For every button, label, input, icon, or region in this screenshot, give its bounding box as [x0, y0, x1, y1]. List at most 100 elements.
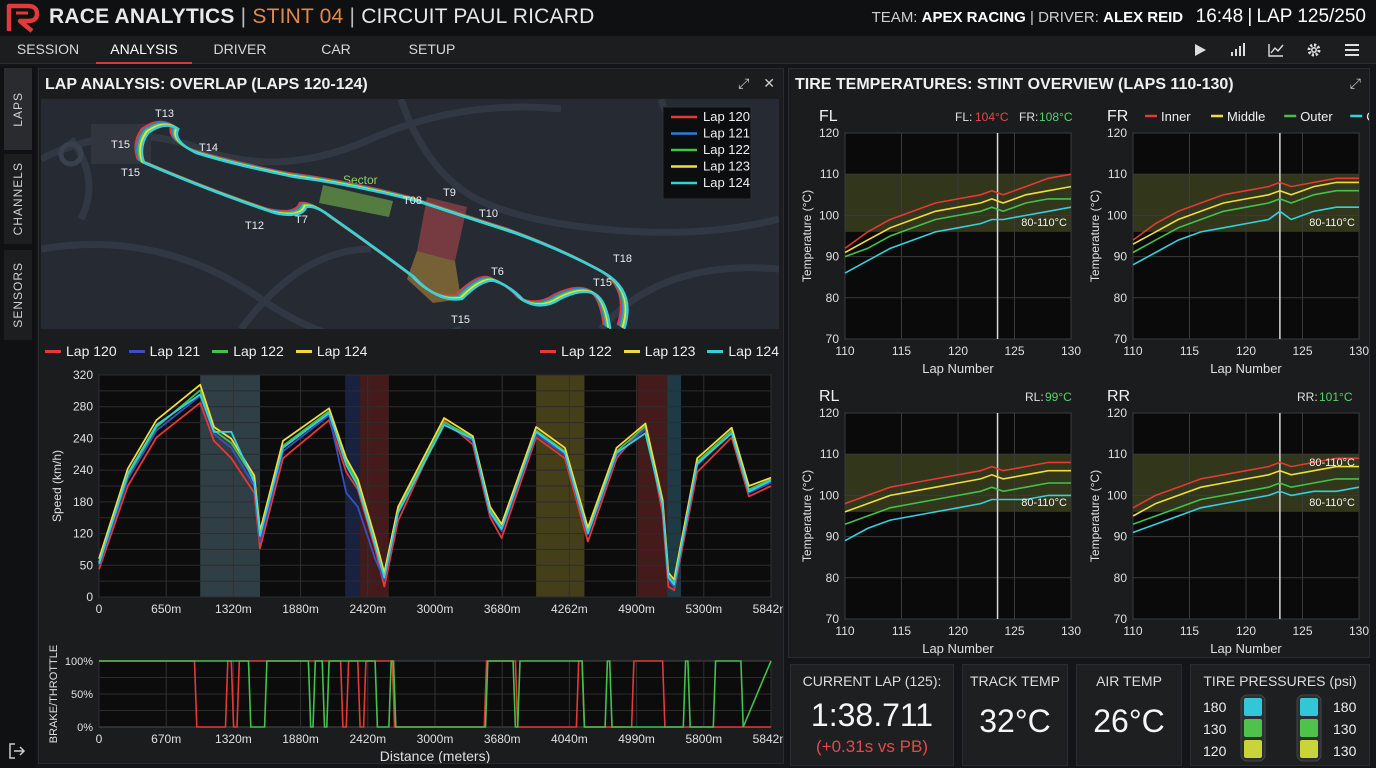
x-tick-label: 125 [1004, 624, 1024, 638]
play-icon[interactable] [1190, 40, 1210, 60]
x-tick-label: 2420m [349, 732, 386, 746]
y-tick-label: 120 [1107, 406, 1127, 420]
x-tick-label: 670m [151, 732, 181, 746]
y-tick-label: 120 [819, 126, 839, 140]
x-tick-label: 4040m [551, 732, 588, 746]
x-tick-label: 110 [835, 624, 854, 638]
speed-chart[interactable]: 0 50 120 180 240 240 280 320 0 650m 1320m 1880m 2420… [39, 365, 783, 627]
y-tick-label: 100% [65, 656, 93, 668]
tire-chart-title: RR [1107, 388, 1130, 405]
menu-icon[interactable] [1342, 40, 1362, 60]
y-tick-label: 100 [819, 488, 839, 502]
legend-label: Lap 121 [703, 126, 750, 141]
y-tick-label: 90 [826, 250, 840, 264]
tire-icon [1296, 694, 1322, 762]
x-tick-label: 4900m [618, 602, 655, 616]
tire-icon [1240, 694, 1266, 762]
expand-icon[interactable]: ⤢ [738, 75, 749, 92]
current-lap-label: CURRENT LAP (125): [802, 673, 942, 689]
tire-chart-fr[interactable]: FR80-110°C708090100110120110 115 120 125 130… [1088, 108, 1369, 376]
y-tick-label: 0 [86, 590, 93, 604]
air-temp-value: 26°C [1093, 703, 1165, 739]
corner-label: T15 [451, 314, 470, 326]
current-lap-time: 1:38.711 [810, 697, 934, 733]
tire-chart-fl[interactable]: FL80-110°C708090100110120110 115 120 125 130… [800, 108, 1081, 376]
y-tick-label: 80 [1114, 291, 1128, 305]
driver-name: ALEX REID [1103, 9, 1184, 26]
signal-icon[interactable] [1228, 40, 1248, 60]
x-tick-label: 130 [1061, 624, 1081, 638]
tire-chart-rl[interactable]: RL80-110°C708090100110120110 115 120 125 130… [800, 388, 1081, 656]
x-tick-label: 120 [1236, 344, 1256, 358]
logo-icon [6, 3, 40, 33]
x-axis-label: Lap Number [1210, 641, 1282, 656]
legend-swatch [295, 349, 312, 353]
lap-counter: LAP 125/250 [1256, 6, 1366, 27]
tire-pressures-card: TIRE PRESSURES (psi) 180 130 120 180 130… [1190, 664, 1370, 766]
throttle-chart[interactable]: 100% 50% 0%0 670m 1320m 1880m 2420m 3000m 3680m 4… [39, 629, 783, 763]
y-tick-label: 120 [1107, 126, 1127, 140]
legend-label: Lap 120 [66, 343, 117, 359]
corner-label: T18 [613, 253, 632, 265]
expand-icon[interactable]: ⤢ [1350, 75, 1361, 92]
corner-label: T15 [121, 167, 140, 179]
legend-label: Inner [1161, 109, 1191, 124]
app-title-bar: RACE ANALYTICS | STINT 04 | CIRCUIT PAUL… [49, 5, 594, 29]
title-separator: | [240, 5, 247, 28]
x-tick-label: 110 [1123, 344, 1142, 358]
session-info: TEAM: APEX RACING | DRIVER: ALEX REID 16… [872, 6, 1366, 28]
info-separator: | [1247, 6, 1253, 27]
x-tick-label: 3000m [417, 732, 454, 746]
x-tick-label: 130 [1061, 344, 1081, 358]
legend-item: Lap 122 [540, 343, 612, 359]
corner-label: T7 [295, 214, 308, 226]
band-label: 80-110°C [1309, 497, 1355, 509]
close-icon[interactable]: ✕ [763, 75, 775, 92]
legend-label: Lap 123 [703, 159, 750, 174]
tab-driver[interactable]: DRIVER [200, 36, 280, 64]
y-tick-label: 80 [826, 571, 840, 585]
legend-label: Lap 124 [728, 343, 779, 359]
sidebar-tab-sensors[interactable]: SENSORS [4, 250, 32, 340]
tab-setup[interactable]: SETUP [396, 36, 468, 64]
corner-label: T15 [593, 277, 612, 289]
sidebar-tab-laps[interactable]: LAPS [4, 68, 32, 150]
pressure-value: 180 [1333, 699, 1357, 715]
tire-chart-rr[interactable]: RR80-110°C80-110°C708090100110120110 115 1… [1088, 388, 1369, 656]
air-temp-card: AIR TEMP 26°C [1076, 664, 1182, 766]
tire-charts[interactable]: FL80-110°C708090100110120110 115 120 125 130… [789, 99, 1369, 657]
y-axis-label: Temperature (°C) [800, 190, 814, 282]
sidebar-tab-channels[interactable]: CHANNELS [4, 154, 32, 244]
y-tick-label: 90 [1114, 250, 1128, 264]
y-tick-label: 0% [77, 722, 93, 734]
x-tick-label: 0 [96, 732, 103, 746]
trend-icon[interactable] [1266, 40, 1286, 60]
x-tick-label: 120 [1236, 624, 1256, 638]
x-tick-label: 650m [151, 602, 181, 616]
x-tick-label: 3000m [417, 602, 454, 616]
legend-item: Lap 120 [45, 343, 117, 359]
y-tick-label: 280 [73, 400, 93, 414]
x-tick-label: 115 [892, 344, 911, 358]
speed-legend: Lap 120 Lap 121 Lap 122 Lap 124 Lap 122 Lap … [45, 343, 779, 361]
legend-label: Lap 122 [703, 142, 750, 157]
tab-session[interactable]: SESSION [8, 36, 88, 64]
corner-label: T13 [155, 108, 174, 120]
track-map[interactable]: Sector T13 T15 T14 T15 T12 T7 T08 T9 T10… [41, 99, 779, 329]
tab-analysis[interactable]: ANALYSIS [96, 36, 192, 64]
logout-icon[interactable] [8, 742, 26, 760]
tire-panel-title: TIRE TEMPERATURES: STINT OVERVIEW (LAPS … [795, 76, 1234, 93]
band-label: 80-110°C [1309, 217, 1355, 229]
speed-legend-right: Lap 122 Lap 123 Lap 124 [540, 343, 779, 359]
readout-value: 108°C [1039, 110, 1073, 124]
x-tick-label: 4262m [551, 602, 588, 616]
gear-icon[interactable] [1304, 40, 1324, 60]
tab-car[interactable]: CAR [300, 36, 372, 64]
legend-label: Core [1366, 109, 1369, 124]
y-tick-label: 120 [819, 406, 839, 420]
corner-label: T6 [491, 266, 504, 278]
current-lap-card: CURRENT LAP (125): 1:38.711 (+0.31s vs P… [790, 664, 954, 766]
lap-delta: (+0.31s vs PB) [816, 737, 928, 756]
lap-analysis-panel: LAP ANALYSIS: OVERLAP (LAPS 120-124) ⤢ ✕… [38, 68, 784, 764]
legend-label: Lap 124 [316, 343, 368, 359]
